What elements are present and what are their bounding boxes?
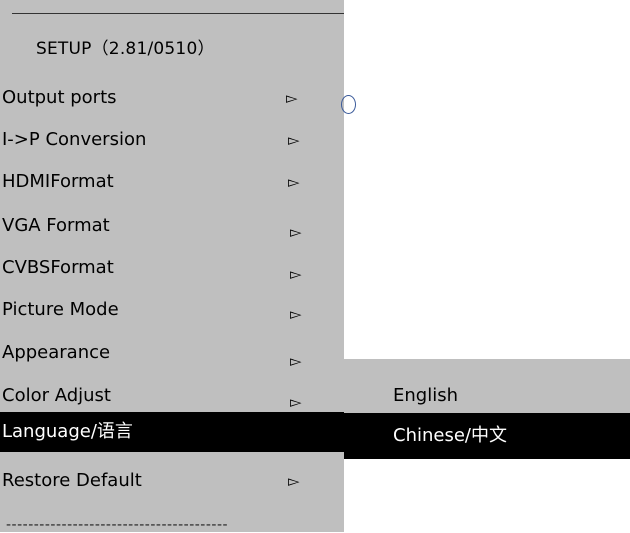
submenu-item-english[interactable]: English bbox=[344, 379, 630, 413]
menu-item-label: VGA Format bbox=[2, 215, 110, 236]
menu-item-hdmi-format[interactable]: HDMIFormat ▻ bbox=[0, 166, 344, 198]
menu-item-label: I->P Conversion bbox=[2, 129, 147, 150]
menu-item-appearance[interactable]: Appearance ▻ bbox=[0, 337, 344, 370]
setup-menu: SETUP（2.81/0510） Output ports ▻ I->P Con… bbox=[0, 0, 344, 532]
circle-marker-icon bbox=[341, 95, 356, 114]
menu-item-vga-format[interactable]: VGA Format ▻ bbox=[0, 210, 344, 242]
menu-item-color-adjust[interactable]: Color Adjust ▻ bbox=[0, 380, 344, 412]
menu-footer-divider: ---------------------------------------- bbox=[6, 517, 229, 533]
submenu-arrow-icon: ▻ bbox=[290, 352, 302, 370]
submenu-arrow-icon: ▻ bbox=[290, 223, 302, 241]
menu-item-output-ports[interactable]: Output ports ▻ bbox=[0, 82, 344, 114]
submenu-arrow-icon: ▻ bbox=[286, 89, 298, 107]
submenu-arrow-icon: ▻ bbox=[288, 131, 300, 149]
menu-item-label: Language/语言 bbox=[2, 421, 133, 442]
menu-item-label: Picture Mode bbox=[2, 299, 119, 320]
menu-item-label: HDMIFormat bbox=[2, 171, 114, 192]
submenu-arrow-icon: ▻ bbox=[288, 173, 300, 191]
submenu-arrow-icon: ▻ bbox=[290, 265, 302, 283]
menu-item-label: CVBSFormat bbox=[2, 257, 114, 278]
submenu-item-chinese[interactable]: Chinese/中文 bbox=[344, 413, 630, 459]
menu-item-picture-mode[interactable]: Picture Mode ▻ bbox=[0, 294, 344, 326]
menu-item-label: Restore Default bbox=[2, 470, 142, 491]
menu-top-divider bbox=[12, 13, 344, 14]
submenu-arrow-icon: ▻ bbox=[290, 305, 302, 323]
menu-item-ip-conversion[interactable]: I->P Conversion ▻ bbox=[0, 124, 344, 156]
submenu-item-label: Chinese/中文 bbox=[393, 425, 507, 446]
language-submenu: English Chinese/中文 bbox=[344, 359, 630, 459]
menu-title: SETUP（2.81/0510） bbox=[36, 39, 215, 59]
menu-item-label: Output ports bbox=[2, 87, 117, 108]
menu-item-restore-default[interactable]: Restore Default ▻ bbox=[0, 465, 344, 497]
submenu-arrow-icon: ▻ bbox=[288, 472, 300, 490]
menu-item-label: Appearance bbox=[2, 342, 111, 363]
menu-item-language[interactable]: Language/语言 bbox=[0, 412, 344, 452]
submenu-item-label: English bbox=[393, 385, 458, 406]
menu-item-label: Color Adjust bbox=[2, 385, 111, 406]
menu-item-cvbs-format[interactable]: CVBSFormat ▻ bbox=[0, 252, 344, 284]
